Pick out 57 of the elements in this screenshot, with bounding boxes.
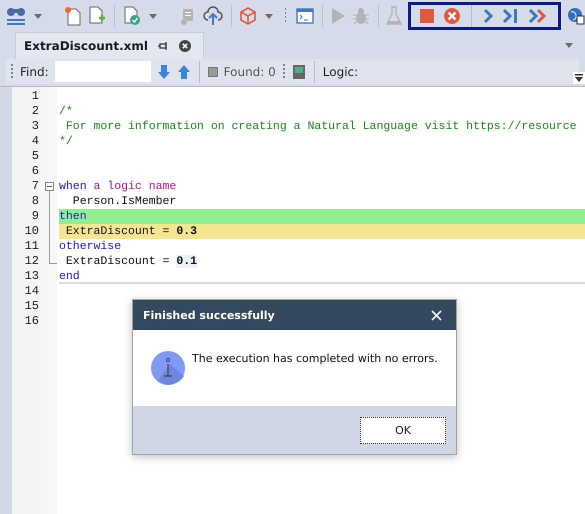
- arrow-down-icon[interactable]: [156, 64, 171, 80]
- add-page-icon[interactable]: [88, 6, 106, 26]
- caret-icon[interactable]: [148, 14, 157, 18]
- tab-label: ExtraDiscount.xml: [24, 39, 148, 53]
- overflow-icon[interactable]: [573, 72, 585, 84]
- close-icon[interactable]: [431, 310, 442, 320]
- line-number: 8: [30, 194, 40, 209]
- dialog-message: The execution has completed with no errors.: [192, 352, 438, 365]
- find-field[interactable]: [54, 61, 151, 82]
- line-number: 9: [30, 209, 40, 224]
- cloud-upload-icon[interactable]: [203, 6, 224, 26]
- dialog-title: Finished successfully: [143, 308, 275, 322]
- square-icon[interactable]: [208, 66, 218, 76]
- stop-icon[interactable]: [419, 8, 436, 24]
- code-line: */: [59, 134, 74, 149]
- find-label: Find:: [20, 64, 49, 78]
- caret-icon[interactable]: [265, 14, 274, 18]
- found-count: Found: 0: [224, 64, 276, 78]
- line-number: 4: [30, 134, 40, 149]
- line-number: 2: [30, 104, 40, 119]
- line-number: 3: [30, 119, 40, 134]
- code-line: otherwise: [59, 239, 122, 254]
- line-number: 6: [30, 164, 40, 179]
- info-icon: [150, 350, 186, 386]
- line-number: 16: [24, 314, 40, 329]
- caret-icon[interactable]: [565, 43, 573, 48]
- line-number: 10: [24, 224, 40, 239]
- fold-toggle[interactable]: [45, 182, 54, 191]
- cube-icon[interactable]: [239, 7, 258, 25]
- line-number: 13: [24, 269, 40, 284]
- caret-icon[interactable]: [34, 14, 42, 18]
- terminal-icon[interactable]: [296, 8, 314, 24]
- new-page-icon[interactable]: [64, 6, 82, 26]
- cancel-icon[interactable]: [443, 7, 462, 25]
- code-line: Person.IsMember: [72, 194, 178, 209]
- chevron-right-icon[interactable]: [482, 8, 494, 24]
- line-number: 14: [24, 284, 40, 299]
- code-line: /*: [59, 104, 74, 119]
- file-tab[interactable]: ExtraDiscount.xml: [15, 32, 204, 59]
- book-icon[interactable]: [292, 64, 306, 80]
- line-number: 15: [24, 299, 40, 314]
- line-number: 11: [24, 239, 40, 254]
- ok-button[interactable]: OK: [360, 416, 446, 444]
- code-line: end: [59, 269, 585, 284]
- line-number: 12: [24, 254, 40, 269]
- line-number: 7: [30, 179, 40, 194]
- code-line: ExtraDiscount = 0.1: [64, 254, 198, 269]
- code-line: when a logic name: [59, 179, 178, 194]
- code-line: For more information on creating a Natural Language visit https://resource: [64, 119, 578, 134]
- pin-icon[interactable]: [158, 42, 170, 50]
- logic-label: Logic:: [322, 64, 358, 78]
- binoculars-icon[interactable]: [6, 6, 26, 26]
- close-icon[interactable]: [179, 40, 192, 52]
- arrow-up-icon[interactable]: [176, 64, 191, 80]
- line-number: 5: [30, 149, 40, 164]
- line-number: 1: [30, 89, 40, 104]
- page-check-icon[interactable]: [122, 6, 141, 26]
